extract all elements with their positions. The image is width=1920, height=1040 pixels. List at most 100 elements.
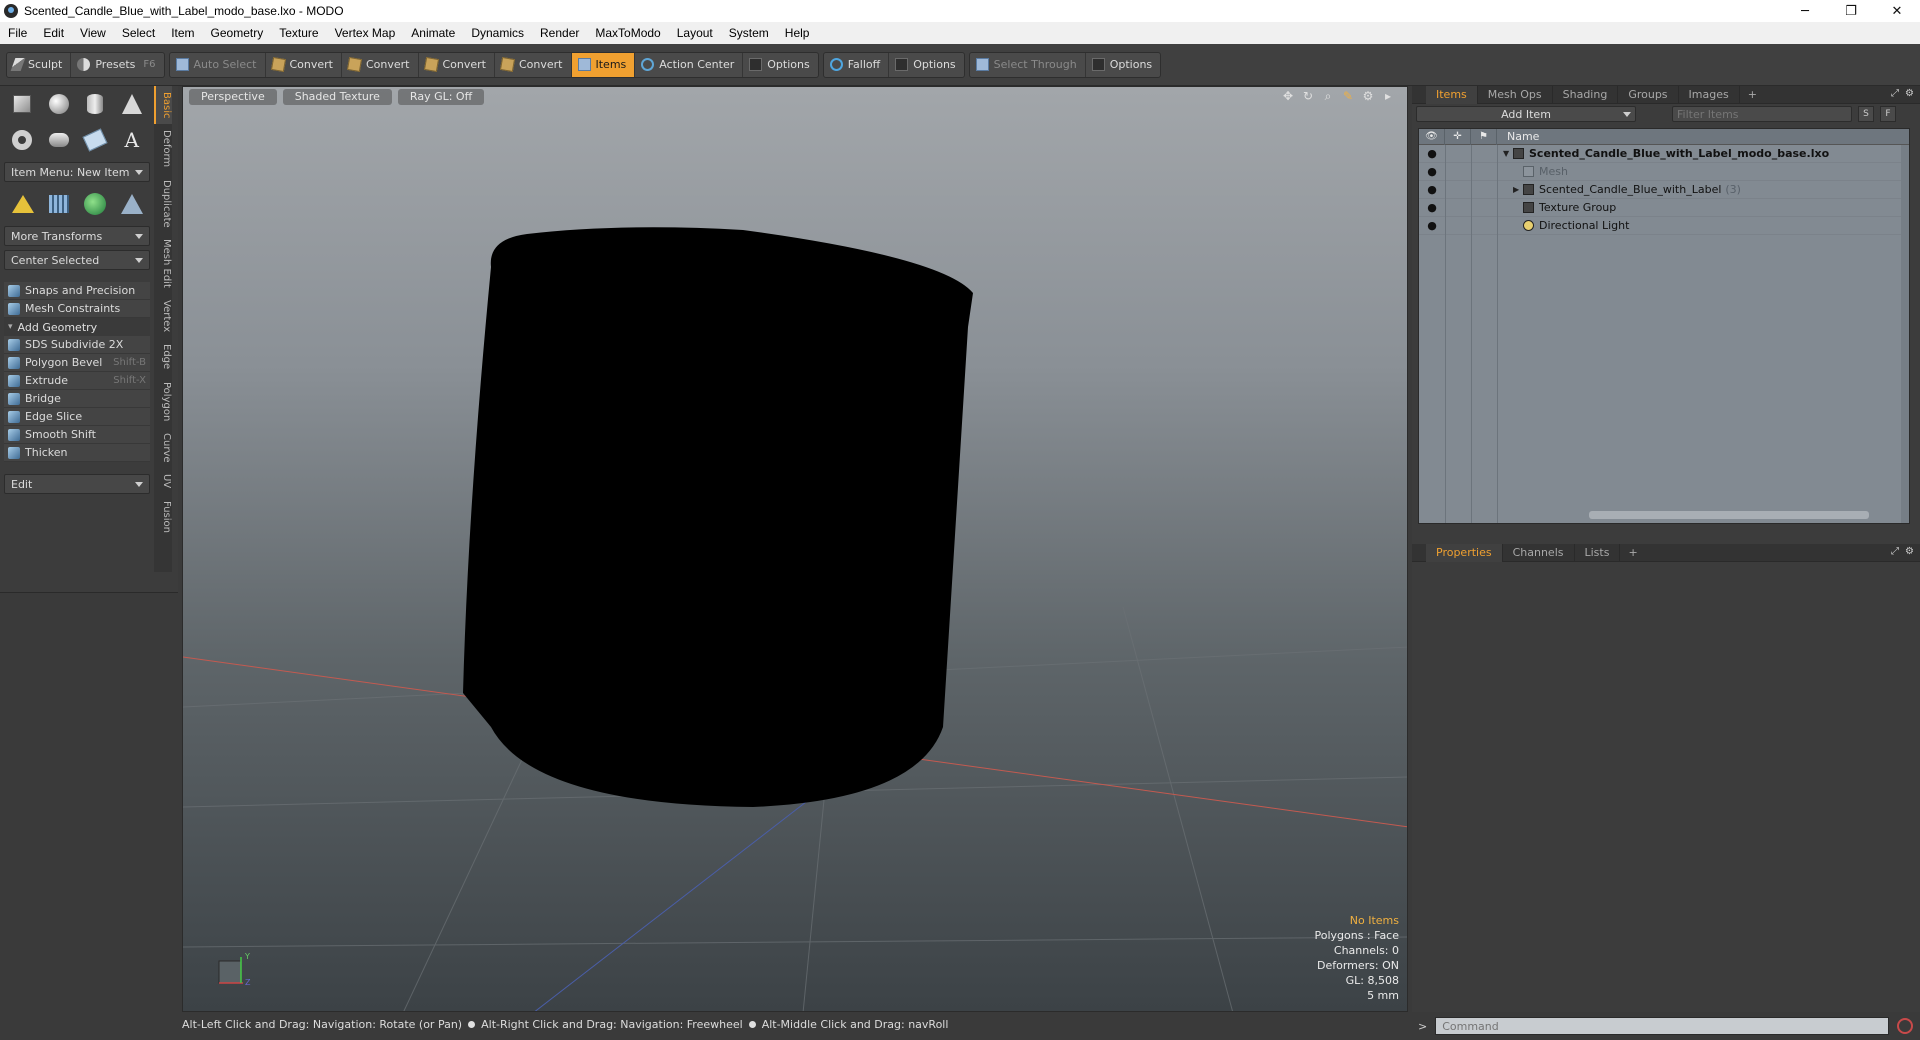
- tool-edge-slice[interactable]: Edge Slice: [4, 408, 150, 426]
- menu-animate[interactable]: Animate: [403, 22, 463, 44]
- tab-mesh-ops[interactable]: Mesh Ops: [1478, 85, 1553, 104]
- filter-s-button[interactable]: S: [1858, 106, 1874, 122]
- tab-vertex[interactable]: Vertex: [154, 294, 172, 338]
- auto-select-button[interactable]: Auto Select: [170, 52, 266, 77]
- close-button[interactable]: ✕: [1874, 0, 1920, 22]
- menu-select[interactable]: Select: [114, 22, 163, 44]
- eye-icon[interactable]: ●: [1419, 147, 1445, 160]
- gear-icon[interactable]: ⚙: [1361, 89, 1375, 103]
- tool-polygon-bevel[interactable]: Polygon Bevel Shift-B: [4, 354, 150, 372]
- globe-tool-button[interactable]: [81, 190, 109, 218]
- tab-items[interactable]: Items: [1426, 85, 1478, 104]
- cube-primitive-button[interactable]: [8, 90, 36, 118]
- visibility-column-eye-icon[interactable]: 👁: [1419, 129, 1445, 145]
- shading-mode-tab[interactable]: Shaded Texture: [282, 89, 392, 105]
- menu-maxtomodo[interactable]: MaxToModo: [587, 22, 668, 44]
- menu-view[interactable]: View: [72, 22, 114, 44]
- tab-properties[interactable]: Properties: [1426, 543, 1503, 562]
- tab-polygon[interactable]: Polygon: [154, 376, 172, 427]
- presets-button[interactable]: Presets F6: [71, 53, 163, 77]
- convert-vertices-button[interactable]: Convert: [266, 52, 342, 77]
- render-column-icon[interactable]: ⚑: [1471, 129, 1497, 145]
- tab-edge[interactable]: Edge: [154, 338, 172, 375]
- list-item-candle-group[interactable]: ● ▶ Scented_Candle_Blue_with_Label (3): [1419, 181, 1909, 199]
- gear-icon[interactable]: ⚙: [1905, 546, 1914, 557]
- expand-triangle-icon[interactable]: ▶: [1513, 185, 1523, 194]
- expand-arrow-icon[interactable]: ▸: [1381, 89, 1395, 103]
- tab-basic[interactable]: Basic: [154, 86, 172, 125]
- add-geometry-header[interactable]: Add Geometry: [4, 318, 150, 336]
- cylinder-primitive-button[interactable]: [81, 90, 109, 118]
- select-through-options-button[interactable]: Options: [1086, 53, 1160, 77]
- pan-icon[interactable]: ✥: [1281, 89, 1295, 103]
- cone-primitive-button[interactable]: [118, 90, 146, 118]
- tab-deform[interactable]: Deform: [154, 124, 172, 173]
- add-tab-icon[interactable]: +: [1620, 546, 1645, 559]
- convert-edges-button[interactable]: Convert: [342, 52, 419, 77]
- tab-lists[interactable]: Lists: [1575, 543, 1621, 562]
- zoom-icon[interactable]: ⌕: [1321, 89, 1335, 103]
- menu-vertex-map[interactable]: Vertex Map: [327, 22, 404, 44]
- collapse-triangle-icon[interactable]: ▼: [1503, 149, 1513, 158]
- tab-groups[interactable]: Groups: [1618, 85, 1679, 104]
- maximize-panel-icon[interactable]: ⤢: [1891, 88, 1899, 99]
- pen-tool-button[interactable]: [81, 126, 109, 154]
- tube-tool-button[interactable]: [45, 126, 73, 154]
- select-through-button[interactable]: Select Through: [970, 52, 1086, 77]
- more-transforms-dropdown[interactable]: More Transforms: [4, 226, 150, 246]
- tool-bridge[interactable]: Bridge: [4, 390, 150, 408]
- add-item-dropdown[interactable]: Add Item: [1416, 106, 1636, 122]
- pyramid-tool-button[interactable]: [118, 190, 146, 218]
- action-center-button[interactable]: Action Center: [635, 52, 744, 77]
- convert-polygons-button[interactable]: Convert: [419, 52, 495, 77]
- tab-curve[interactable]: Curve: [154, 427, 172, 469]
- list-item-directional-light[interactable]: ● Directional Light: [1419, 217, 1909, 235]
- view-type-tab[interactable]: Perspective: [189, 89, 277, 105]
- items-mode-button[interactable]: Items: [571, 52, 636, 77]
- sphere-primitive-button[interactable]: [45, 90, 73, 118]
- mesh-constraints-button[interactable]: Mesh Constraints: [4, 300, 150, 318]
- brush-icon[interactable]: ✎: [1341, 89, 1355, 103]
- center-selected-dropdown[interactable]: Center Selected: [4, 250, 150, 270]
- menu-edit[interactable]: Edit: [35, 22, 72, 44]
- tool-thicken[interactable]: Thicken: [4, 444, 150, 462]
- menu-render[interactable]: Render: [532, 22, 587, 44]
- gear-icon[interactable]: ⚙: [1905, 88, 1914, 99]
- grid-tool-button[interactable]: [45, 190, 73, 218]
- eye-icon[interactable]: ●: [1419, 183, 1445, 196]
- vertical-scrollbar[interactable]: [1901, 145, 1909, 523]
- tab-channels[interactable]: Channels: [1503, 543, 1575, 562]
- transform-tool-button[interactable]: [8, 190, 36, 218]
- menu-geometry[interactable]: Geometry: [203, 22, 272, 44]
- text-tool-button[interactable]: A: [118, 126, 146, 154]
- sculpt-button[interactable]: Sculpt: [7, 52, 72, 77]
- maximize-panel-icon[interactable]: ⤢: [1891, 546, 1899, 557]
- eye-icon[interactable]: ●: [1419, 201, 1445, 214]
- menu-layout[interactable]: Layout: [669, 22, 721, 44]
- falloff-button[interactable]: Falloff: [824, 52, 890, 77]
- tab-duplicate[interactable]: Duplicate: [154, 174, 172, 234]
- item-menu-dropdown[interactable]: Item Menu: New Item: [4, 162, 150, 182]
- command-input[interactable]: [1435, 1017, 1890, 1035]
- convert-materials-button[interactable]: Convert: [495, 52, 572, 77]
- menu-dynamics[interactable]: Dynamics: [463, 22, 532, 44]
- tab-images[interactable]: Images: [1679, 85, 1740, 104]
- horizontal-scrollbar[interactable]: [1589, 511, 1869, 519]
- filter-items-input[interactable]: [1672, 106, 1852, 122]
- snaps-precision-button[interactable]: Snaps and Precision: [4, 282, 150, 300]
- action-center-options-button[interactable]: Options: [743, 53, 817, 77]
- menu-file[interactable]: File: [0, 22, 35, 44]
- rotate-icon[interactable]: ↻: [1301, 89, 1315, 103]
- tab-uv[interactable]: UV: [154, 468, 172, 494]
- eye-icon[interactable]: ●: [1419, 165, 1445, 178]
- tool-extrude[interactable]: Extrude Shift-X: [4, 372, 150, 390]
- menu-system[interactable]: System: [721, 22, 777, 44]
- list-item-scene[interactable]: ● ▼ Scented_Candle_Blue_with_Label_modo_b…: [1419, 145, 1909, 163]
- name-column-header[interactable]: Name: [1497, 130, 1539, 143]
- tool-smooth-shift[interactable]: Smooth Shift: [4, 426, 150, 444]
- tab-fusion[interactable]: Fusion: [154, 495, 172, 539]
- tab-shading[interactable]: Shading: [1553, 85, 1619, 104]
- menu-texture[interactable]: Texture: [271, 22, 326, 44]
- restore-button[interactable]: ❐: [1828, 0, 1874, 22]
- lock-column-icon[interactable]: ✛: [1445, 129, 1471, 145]
